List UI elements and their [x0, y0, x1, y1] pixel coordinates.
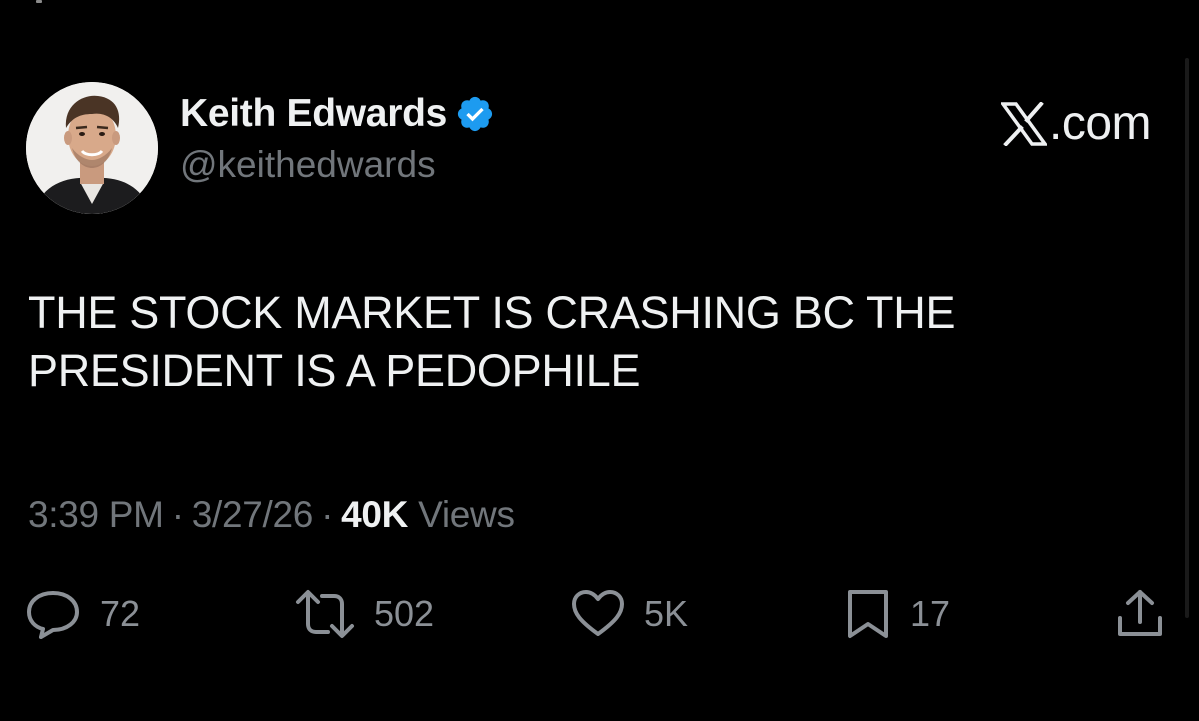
- name-row: Keith Edwards: [180, 92, 495, 136]
- share-icon: [1118, 590, 1162, 636]
- reply-button[interactable]: 72: [24, 588, 140, 640]
- views-count[interactable]: 40K: [341, 494, 408, 536]
- author-handle[interactable]: @keithedwards: [180, 144, 495, 186]
- like-count: 5K: [644, 593, 689, 634]
- author-display-name[interactable]: Keith Edwards: [180, 92, 447, 136]
- meta-separator: ·: [321, 494, 334, 535]
- views-label[interactable]: Views: [418, 494, 515, 536]
- tweet-date[interactable]: 3/27/26: [192, 494, 314, 536]
- cropped-bottom-row: [0, 708, 1199, 721]
- share-button[interactable]: [1114, 588, 1166, 640]
- reply-count: 72: [100, 593, 141, 634]
- tweet-time[interactable]: 3:39 PM: [28, 494, 164, 536]
- repost-icon: [296, 590, 354, 638]
- x-logo-icon: [1000, 101, 1047, 146]
- reply-icon: [27, 591, 79, 639]
- tweet-header: Keith Edwards @keithedwards: [26, 82, 495, 214]
- profile-photo: [26, 82, 158, 214]
- heart-icon: [572, 590, 624, 636]
- verified-badge-icon[interactable]: [455, 94, 495, 134]
- tweet-screenshot: Keith Edwards @keithedwards .com THE STO…: [0, 0, 1199, 721]
- like-button[interactable]: 5K: [570, 588, 688, 640]
- brand-watermark: .com: [1000, 96, 1152, 151]
- tweet-meta: 3:39 PM · 3/27/26 · 40K Views: [28, 494, 515, 536]
- repost-count: 502: [374, 593, 435, 634]
- author-names: Keith Edwards @keithedwards: [180, 92, 495, 186]
- top-edge-mark: [36, 0, 42, 3]
- bookmark-count: 17: [910, 593, 951, 634]
- cropped-text-right: [895, 708, 931, 721]
- action-bar: 72 502 5K 17: [24, 588, 1174, 640]
- bookmark-icon: [848, 590, 888, 638]
- avatar[interactable]: [26, 82, 158, 214]
- brand-label: .com: [1048, 97, 1152, 150]
- tweet-text: THE STOCK MARKET IS CRASHING BC THE PRES…: [28, 287, 956, 396]
- repost-button[interactable]: 502: [294, 588, 434, 640]
- scrollbar[interactable]: [1185, 58, 1189, 618]
- bookmark-button[interactable]: 17: [844, 588, 950, 640]
- meta-separator: ·: [171, 494, 184, 535]
- cropped-text-left: [28, 708, 64, 721]
